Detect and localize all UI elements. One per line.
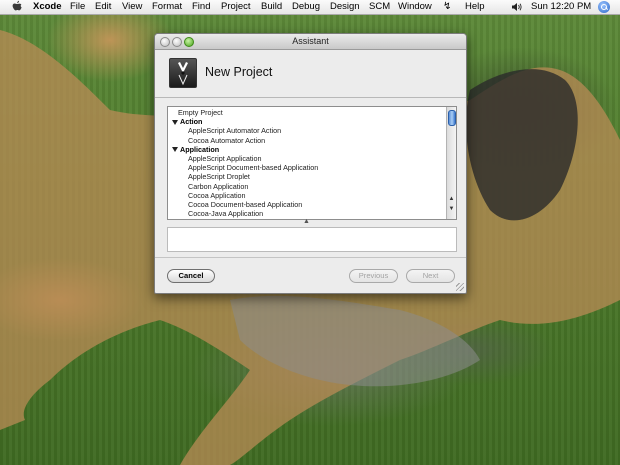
volume-icon[interactable] bbox=[511, 2, 523, 12]
list-item[interactable]: Cocoa-Java Application bbox=[188, 209, 456, 219]
list-item-label: Action bbox=[180, 117, 203, 127]
menu-design[interactable]: Design bbox=[330, 1, 360, 12]
footer-divider bbox=[155, 257, 466, 258]
list-item-label: Cocoa-Java Application bbox=[188, 209, 264, 219]
menu-app-name[interactable]: Xcode bbox=[33, 1, 62, 12]
list-item-label: AppleScript Application bbox=[188, 154, 262, 163]
menu-window[interactable]: Window bbox=[398, 1, 432, 12]
list-item[interactable]: Carbon Application bbox=[188, 181, 456, 191]
menu-edit[interactable]: Edit bbox=[95, 1, 111, 12]
list-item-label: AppleScript Droplet bbox=[188, 172, 250, 182]
tuxedo-icon bbox=[169, 58, 197, 88]
menu-debug[interactable]: Debug bbox=[292, 1, 320, 12]
menu-format[interactable]: Format bbox=[152, 1, 182, 12]
assistant-window: Assistant New Project Empty Project Actio… bbox=[154, 33, 467, 294]
vertical-scrollbar[interactable]: ▲ ▼ bbox=[446, 107, 456, 219]
list-item-label: AppleScript Automator Action bbox=[188, 126, 282, 136]
scroll-up-arrow[interactable]: ▲ bbox=[448, 195, 455, 203]
list-item[interactable]: AppleScript Document-based Application bbox=[188, 163, 456, 173]
previous-button[interactable]: Previous bbox=[349, 269, 398, 283]
next-button[interactable]: Next bbox=[406, 269, 455, 283]
split-handle-icon[interactable]: ▲ bbox=[303, 218, 310, 225]
disclosure-triangle-icon[interactable] bbox=[172, 147, 178, 153]
menu-build[interactable]: Build bbox=[261, 1, 282, 12]
list-item[interactable]: Cocoa Automator Action bbox=[188, 135, 456, 145]
list-item-label: Cocoa-Java Document-based Application bbox=[188, 218, 320, 219]
list-item[interactable]: AppleScript Droplet bbox=[188, 172, 456, 182]
list-item-label: AppleScript Document-based Application bbox=[188, 163, 319, 173]
resize-grip-icon[interactable] bbox=[456, 283, 464, 291]
list-item[interactable]: AppleScript Automator Action bbox=[188, 126, 456, 136]
list-item-label: Cocoa Document-based Application bbox=[188, 200, 303, 209]
window-title: Assistant bbox=[292, 36, 329, 46]
apple-menu-icon[interactable] bbox=[12, 0, 22, 13]
description-box bbox=[167, 227, 457, 252]
list-item-label: Empty Project bbox=[178, 108, 223, 117]
list-category[interactable]: Action bbox=[172, 117, 450, 126]
menu-find[interactable]: Find bbox=[192, 1, 210, 12]
menu-clock[interactable]: Sun 12:20 PM bbox=[531, 1, 591, 12]
menu-help[interactable]: Help bbox=[465, 1, 485, 12]
assistant-header: New Project bbox=[155, 50, 466, 94]
scroll-down-arrow[interactable]: ▼ bbox=[448, 205, 455, 213]
list-item-label: Carbon Application bbox=[188, 181, 249, 191]
list-item[interactable]: Empty Project bbox=[178, 108, 456, 117]
script-icon[interactable]: ↯ bbox=[443, 1, 451, 12]
menu-view[interactable]: View bbox=[122, 1, 142, 12]
list-category[interactable]: Application bbox=[172, 145, 450, 154]
scroll-thumb[interactable] bbox=[448, 110, 456, 126]
list-item-label: Cocoa Automator Action bbox=[188, 135, 266, 145]
template-list[interactable]: Empty Project Action AppleScript Automator… bbox=[167, 106, 457, 220]
cancel-button[interactable]: Cancel bbox=[167, 269, 215, 283]
spotlight-icon[interactable] bbox=[598, 1, 610, 13]
menu-file[interactable]: File bbox=[70, 1, 85, 12]
list-item[interactable]: Cocoa-Java Document-based Application bbox=[188, 218, 456, 219]
list-item[interactable]: Cocoa Application bbox=[188, 190, 456, 200]
list-item[interactable]: Cocoa Document-based Application bbox=[188, 200, 456, 209]
list-item[interactable]: AppleScript Application bbox=[188, 154, 456, 163]
page-title: New Project bbox=[205, 65, 273, 79]
menu-bar: Xcode File Edit View Format Find Project… bbox=[0, 0, 620, 15]
menu-scm[interactable]: SCM bbox=[369, 1, 390, 12]
disclosure-triangle-icon[interactable] bbox=[172, 119, 178, 125]
list-item-label: Cocoa Application bbox=[188, 190, 246, 200]
header-divider bbox=[155, 97, 466, 98]
menu-project[interactable]: Project bbox=[221, 1, 251, 12]
list-item-label: Application bbox=[180, 144, 220, 154]
window-titlebar[interactable]: Assistant bbox=[155, 34, 466, 50]
